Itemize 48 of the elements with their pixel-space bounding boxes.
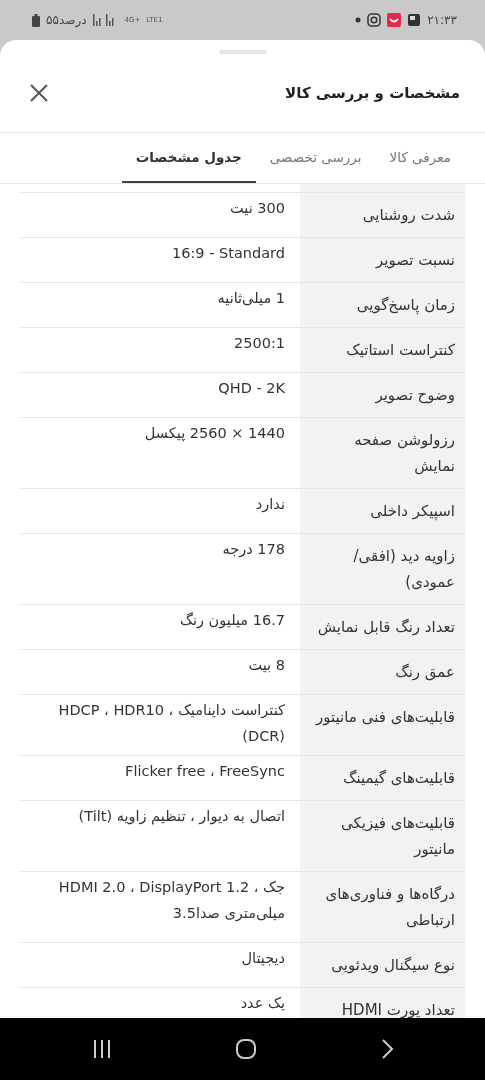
spec-name: قابلیت‌های گیمینگ	[300, 756, 465, 800]
notification-dot-icon	[355, 17, 362, 23]
spec-value: 1 میلی‌ثانیه	[216, 289, 286, 308]
tab[interactable]: معرفی کالا	[375, 133, 465, 183]
spec-value: 16:9 - Standard	[171, 244, 286, 263]
spec-value: کنتراست داینامیک ، HDCP ، HDR10 (DCR)	[57, 701, 286, 746]
spec-name: قابلیت‌های فنی مانیتور	[300, 695, 465, 755]
battery-icon	[32, 13, 40, 27]
spec-value: یک عدد	[239, 994, 286, 1013]
spec-name: شدت روشنایی	[300, 193, 465, 237]
spec-name: زمان پاسخ‌گویی	[300, 283, 465, 327]
recent-apps-icon[interactable]	[91, 1039, 112, 1059]
spec-name: اسپیکر داخلی	[300, 489, 465, 533]
app-icon	[387, 13, 402, 27]
sheet-title: مشخصات و بررسی کالا	[285, 84, 460, 102]
gallery-icon	[407, 13, 422, 27]
spec-value: 2500:1	[233, 334, 286, 353]
spec-name: نسبت تصویر	[300, 238, 465, 282]
tab[interactable]: بررسی تخصصی	[255, 133, 376, 183]
spec-name: نوع سیگنال ویدئویی	[300, 943, 465, 987]
spec-name: وضوح تصویر	[300, 373, 465, 417]
spec-name: عمق رنگ	[300, 650, 465, 694]
spec-value: QHD - 2K	[217, 379, 286, 398]
tab[interactable]: جدول مشخصات	[121, 133, 256, 183]
spec-name: قابلیت‌های فیزیکی مانیتور	[300, 801, 465, 871]
instagram-icon	[367, 13, 382, 27]
spec-value: 8 بیت	[247, 656, 286, 675]
spec-name: تعداد رنگ قابل نمایش	[300, 605, 465, 649]
spec-value: Flicker free ، FreeSync	[124, 762, 286, 781]
spec-name: زاویه دید (افقی/عمودی)	[300, 534, 465, 604]
close-icon	[30, 84, 48, 102]
close-button[interactable]	[30, 84, 48, 102]
spec-value: 16.7 میلیون رنگ	[179, 611, 286, 631]
spec-value: 1440 × 2560 پیکسل	[143, 424, 286, 444]
spec-value: اتصال به دیوار ، تنظیم زاویه (Tilt)	[77, 807, 286, 827]
spec-value: 178 درجه	[221, 540, 286, 560]
battery-percent: ۵۵درصد	[46, 13, 87, 27]
spec-name: درگاه‌ها و فناوری‌های ارتباطی	[300, 872, 465, 942]
spec-name: کنتراست استاتیک	[300, 328, 465, 372]
back-icon[interactable]	[379, 1038, 394, 1060]
spec-name: رزولوشن صفحه نمایش	[300, 418, 465, 488]
spec-value: جک ، HDMI 2.0 ، DisplayPort 1.2 میلی‌متری صدا3.5	[57, 878, 286, 924]
spec-value: ندارد	[254, 495, 286, 515]
spec-value: 300 نیت	[229, 199, 286, 218]
spec-name: تعداد پورت HDMI	[300, 988, 465, 1018]
home-icon[interactable]	[234, 1038, 257, 1060]
spec-value: دیجیتال	[240, 949, 286, 968]
status-time: ۲۱:۳۳	[427, 13, 457, 27]
